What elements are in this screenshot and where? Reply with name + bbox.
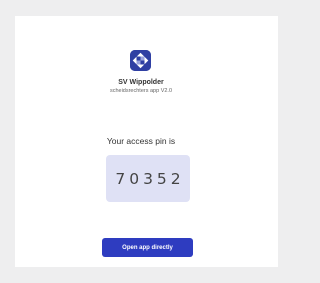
app-subtitle: scheidsrechters app V2.0 xyxy=(109,88,173,94)
pin-value: 70352 xyxy=(115,169,185,188)
pin-box: 70352 xyxy=(106,155,190,202)
app-logo-icon xyxy=(130,50,151,71)
open-app-button[interactable]: Open app directly xyxy=(102,238,193,257)
app-name: SV Wippolder xyxy=(118,79,164,86)
pin-label: Your access pin is xyxy=(106,136,176,146)
